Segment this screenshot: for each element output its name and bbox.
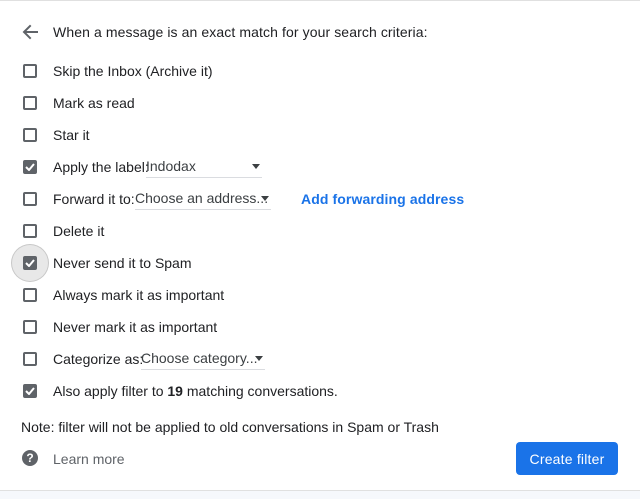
- option-row-delete: Delete it: [0, 215, 640, 247]
- option-row-always-important: Always mark it as important: [0, 279, 640, 311]
- help-icon[interactable]: ?: [22, 450, 38, 466]
- delete-label: Delete it: [53, 223, 105, 239]
- categorize-label: Categorize as:: [53, 351, 144, 367]
- chevron-down-icon: [255, 355, 263, 361]
- also-apply-label: Also apply filter to 19 matching convers…: [53, 383, 338, 399]
- option-row-star: Star it: [0, 119, 640, 151]
- forward-checkbox[interactable]: [14, 183, 46, 215]
- option-row-also-apply: Also apply filter to 19 matching convers…: [0, 375, 640, 407]
- apply-label-checkbox[interactable]: [14, 151, 46, 183]
- option-row-skip-inbox: Skip the Inbox (Archive it): [0, 55, 640, 87]
- option-row-apply-label: Apply the label: Indodax: [0, 151, 640, 183]
- never-important-label: Never mark it as important: [53, 319, 218, 335]
- never-spam-label: Never send it to Spam: [53, 255, 192, 271]
- label-select[interactable]: Indodax: [146, 157, 262, 178]
- also-apply-prefix: Also apply filter to: [53, 383, 168, 399]
- skip-inbox-checkbox[interactable]: [14, 55, 46, 87]
- also-apply-suffix: matching conversations.: [182, 383, 338, 399]
- never-important-checkbox[interactable]: [14, 311, 46, 343]
- add-forwarding-address-link[interactable]: Add forwarding address: [301, 191, 464, 207]
- also-apply-checkbox[interactable]: [14, 375, 46, 407]
- option-row-never-spam: Never send it to Spam: [0, 245, 640, 281]
- categorize-checkbox[interactable]: [14, 343, 46, 375]
- category-select[interactable]: Choose category...: [141, 349, 265, 370]
- star-label: Star it: [53, 127, 90, 143]
- label-select-value: Indodax: [146, 157, 196, 174]
- apply-label-label: Apply the label:: [53, 159, 149, 175]
- top-divider: [0, 0, 640, 1]
- always-important-label: Always mark it as important: [53, 287, 225, 303]
- option-row-never-important: Never mark it as important: [0, 311, 640, 343]
- mark-read-checkbox[interactable]: [14, 87, 46, 119]
- criteria-header: When a message is an exact match for you…: [53, 24, 428, 40]
- forward-label: Forward it to:: [53, 191, 135, 207]
- delete-checkbox[interactable]: [14, 215, 46, 247]
- chevron-down-icon: [261, 195, 269, 201]
- always-important-checkbox[interactable]: [14, 279, 46, 311]
- never-spam-checkbox[interactable]: [12, 245, 48, 281]
- spam-trash-note: Note: filter will not be applied to old …: [21, 419, 439, 435]
- skip-inbox-label: Skip the Inbox (Archive it): [53, 63, 213, 79]
- option-row-categorize: Categorize as: Choose category...: [0, 343, 640, 375]
- category-select-value: Choose category...: [141, 349, 258, 366]
- option-row-mark-read: Mark as read: [0, 87, 640, 119]
- create-filter-button[interactable]: Create filter: [516, 442, 618, 475]
- forward-select-value: Choose an address...: [135, 189, 269, 206]
- learn-more-link[interactable]: Learn more: [53, 451, 125, 467]
- forward-address-select[interactable]: Choose an address...: [135, 189, 271, 210]
- matching-count: 19: [167, 383, 183, 399]
- chevron-down-icon: [252, 163, 260, 169]
- option-row-forward: Forward it to: Choose an address... Add …: [0, 183, 640, 215]
- star-checkbox[interactable]: [14, 119, 46, 151]
- mark-read-label: Mark as read: [53, 95, 135, 111]
- back-arrow-icon[interactable]: [20, 22, 42, 42]
